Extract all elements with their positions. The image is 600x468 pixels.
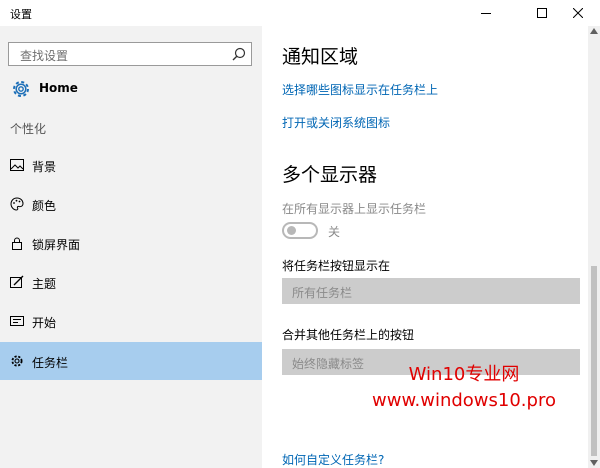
toggle-knob <box>287 226 296 235</box>
title-bar: 设置 <box>0 0 600 26</box>
taskbar-icon <box>11 355 23 367</box>
home-label: Home <box>39 81 78 95</box>
notification-heading: 通知区域 <box>282 46 359 68</box>
sidebar-item-lock-screen[interactable]: 锁屏界面 <box>0 224 262 262</box>
close-icon <box>573 8 583 18</box>
sidebar-item-label: 主题 <box>32 277 57 291</box>
scroll-up-icon[interactable] <box>590 28 598 34</box>
sidebar-item-label: 背景 <box>32 160 57 174</box>
sidebar-item-themes[interactable]: 主题 <box>0 263 262 301</box>
scrollbar[interactable] <box>588 26 600 468</box>
section-label: 个性化 <box>10 122 47 136</box>
scrollbar-thumb[interactable] <box>591 266 597 456</box>
show-all-displays-label: 在所有显示器上显示任务栏 <box>282 202 427 216</box>
maximize-icon <box>537 8 547 18</box>
sidebar-item-label: 锁屏界面 <box>32 238 81 252</box>
lock-screen-icon <box>12 237 22 250</box>
sidebar-item-label: 颜色 <box>32 199 57 213</box>
start-icon <box>10 316 24 326</box>
watermark-line1: Win10专业网 <box>408 364 520 385</box>
theme-icon <box>10 275 24 288</box>
toggle-state: 关 <box>328 225 341 239</box>
close-button[interactable] <box>556 0 600 26</box>
window-title: 设置 <box>10 8 32 21</box>
watermark-line2: www.windows10.pro <box>372 390 556 411</box>
customize-taskbar-link[interactable]: 如何自定义任务栏? <box>282 451 384 468</box>
sidebar-item-taskbar[interactable]: 任务栏 <box>0 342 262 380</box>
watermark: Win10专业网 www.windows10.pro <box>354 362 574 414</box>
sidebar-item-colors[interactable]: 颜色 <box>0 185 262 223</box>
minimize-button[interactable] <box>464 0 508 26</box>
search-icon <box>232 47 246 61</box>
link-select-taskbar-icons[interactable]: 选择哪些图标显示在任务栏上 <box>282 81 438 98</box>
search-input[interactable]: 查找设置 <box>8 42 252 66</box>
show-buttons-value: 所有任务栏 <box>292 286 353 300</box>
scroll-down-icon[interactable] <box>590 460 598 466</box>
palette-icon <box>10 197 24 211</box>
multi-display-heading: 多个显示器 <box>282 164 378 186</box>
sidebar-item-label: 任务栏 <box>32 356 69 370</box>
minimize-icon <box>481 13 491 14</box>
home-link[interactable]: Home <box>10 78 250 100</box>
gear-icon <box>13 81 29 97</box>
link-system-icons[interactable]: 打开或关闭系统图标 <box>282 114 390 131</box>
show-buttons-select[interactable]: 所有任务栏 <box>282 278 580 304</box>
search-placeholder: 查找设置 <box>20 49 69 63</box>
sidebar-item-label: 开始 <box>32 316 57 330</box>
sidebar-item-start[interactable]: 开始 <box>0 302 262 340</box>
show-all-displays-toggle[interactable] <box>282 222 318 239</box>
picture-icon <box>10 159 24 171</box>
sidebar-item-background[interactable]: 背景 <box>0 146 262 184</box>
sidebar: 查找设置 Home 个性化 背景 颜色 锁屏界面 主题 开始 任务栏 <box>0 26 262 468</box>
show-buttons-label: 将任务栏按钮显示在 <box>282 259 391 273</box>
combine-buttons-label: 合并其他任务栏上的按钮 <box>282 328 415 342</box>
